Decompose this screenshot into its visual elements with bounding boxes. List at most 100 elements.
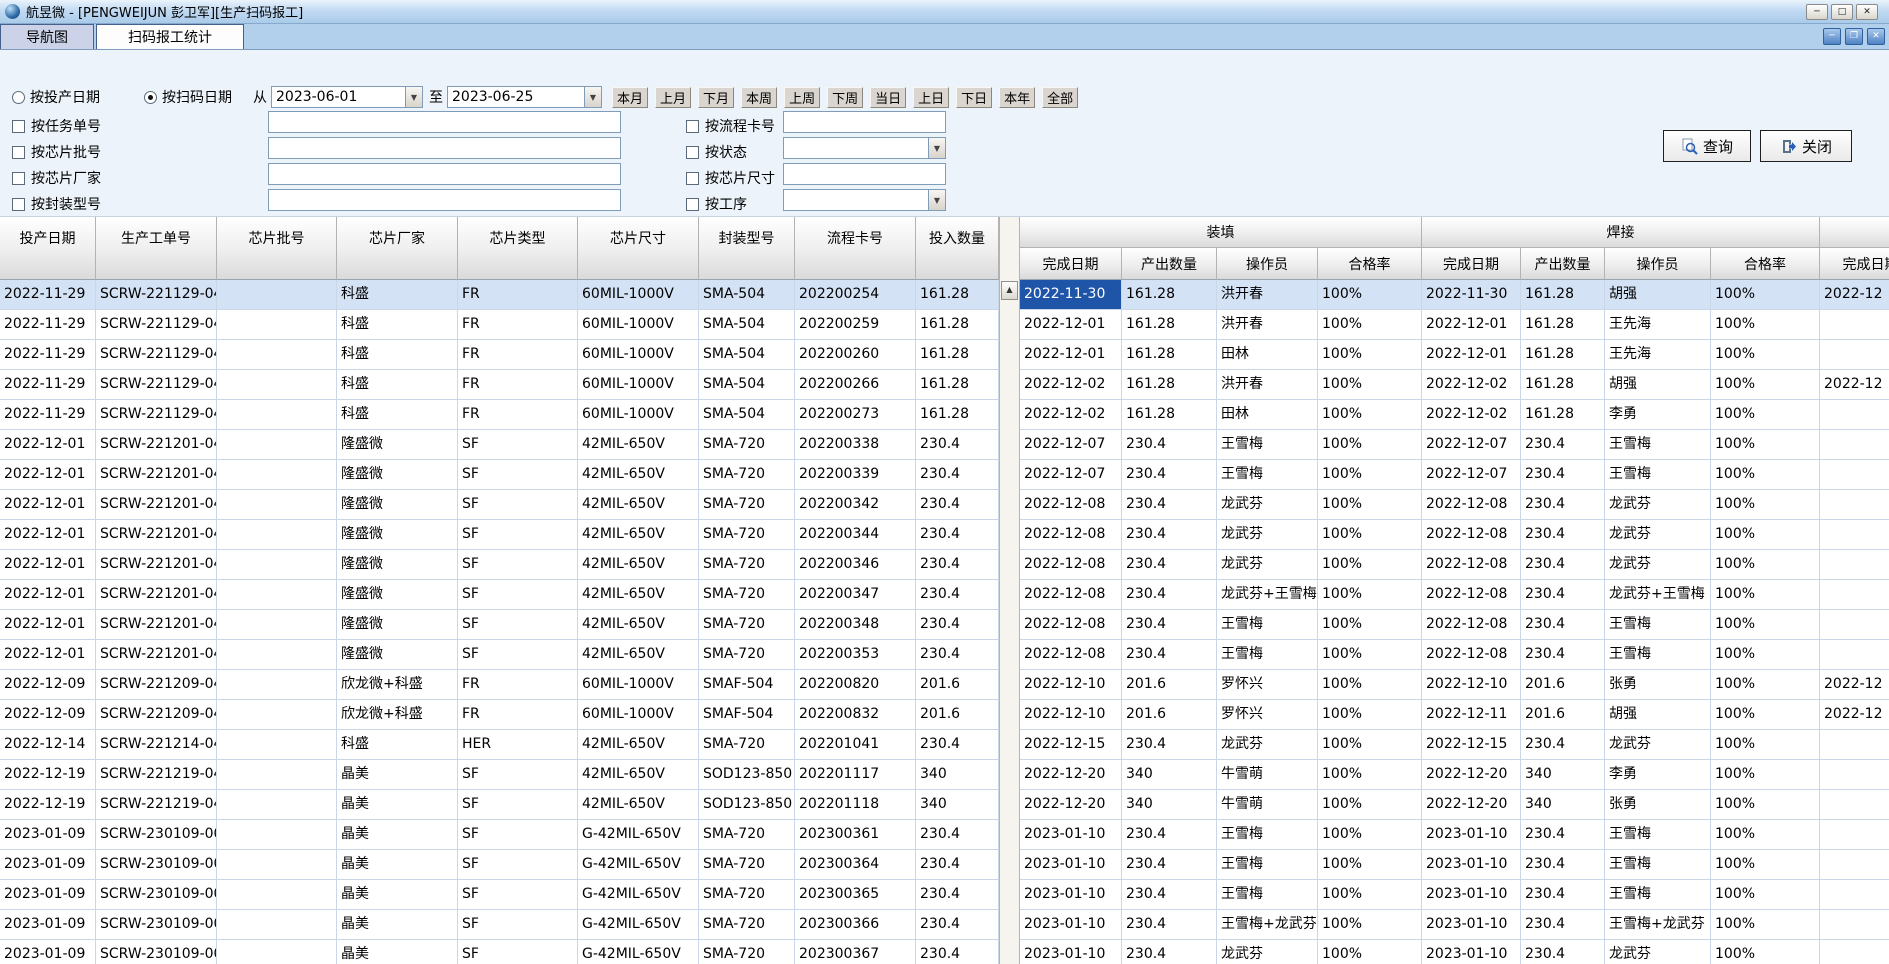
cell-weld-rate[interactable]: 100%	[1711, 910, 1820, 939]
cell-flow-card[interactable]: 202200339	[795, 460, 916, 489]
chevron-down-icon[interactable]	[928, 137, 946, 159]
cell-weld-operator[interactable]: 龙武芬+王雪梅	[1605, 580, 1711, 609]
cell-weld-qty[interactable]: 161.28	[1521, 340, 1605, 369]
cell-mount-qty[interactable]: 230.4	[1122, 580, 1217, 609]
cell-flow-card[interactable]: 202200260	[795, 340, 916, 369]
table-row[interactable]: 2022-11-29 SCRW-221129-04: 科盛 FR 60MIL-1…	[0, 370, 1889, 400]
cell-chip-vendor[interactable]: 科盛	[337, 340, 458, 369]
cell-chip-type[interactable]: FR	[458, 700, 578, 729]
chip-batch-checkbox[interactable]	[12, 146, 25, 159]
cell-chip-vendor[interactable]: 晶美	[337, 760, 458, 789]
cell-weld-operator[interactable]: 王雪梅	[1605, 610, 1711, 639]
cell-next-date[interactable]	[1820, 430, 1889, 459]
cell-weld-operator[interactable]: 王雪梅	[1605, 820, 1711, 849]
cell-input-qty[interactable]: 230.4	[916, 580, 999, 609]
cell-mount-qty[interactable]: 230.4	[1122, 460, 1217, 489]
cell-mount-operator[interactable]: 牛雪萌	[1217, 790, 1318, 819]
cell-mount-date[interactable]: 2023-01-10	[1020, 880, 1122, 909]
by-cast-date-radio[interactable]	[12, 91, 25, 104]
cell-mount-qty[interactable]: 201.6	[1122, 670, 1217, 699]
cell-next-date[interactable]	[1820, 520, 1889, 549]
cell-work-order[interactable]: SCRW-221219-048	[96, 790, 217, 819]
cell-flow-card[interactable]: 202201041	[795, 730, 916, 759]
status-checkbox[interactable]	[686, 146, 699, 159]
cell-weld-operator[interactable]: 胡强	[1605, 280, 1711, 309]
cell-package[interactable]: SMA-720	[699, 610, 795, 639]
cell-input-qty[interactable]: 161.28	[916, 340, 999, 369]
cell-chip-batch[interactable]	[217, 670, 337, 699]
cell-weld-rate[interactable]: 100%	[1711, 490, 1820, 519]
column-header-weld-output-qty[interactable]: 产出数量	[1521, 248, 1605, 280]
cell-flow-card[interactable]: 202200342	[795, 490, 916, 519]
cell-work-order[interactable]: SCRW-221201-04:	[96, 550, 217, 579]
cell-chip-size[interactable]: 42MIL-650V	[578, 460, 699, 489]
cell-flow-card[interactable]: 202200346	[795, 550, 916, 579]
cell-chip-size[interactable]: 42MIL-650V	[578, 610, 699, 639]
cell-cast-date[interactable]: 2022-12-01	[0, 550, 96, 579]
cell-chip-batch[interactable]	[217, 910, 337, 939]
column-header-chip-type[interactable]: 芯片类型	[458, 217, 578, 280]
chip-vendor-checkbox[interactable]	[12, 172, 25, 185]
cell-weld-operator[interactable]: 李勇	[1605, 760, 1711, 789]
cell-mount-qty[interactable]: 230.4	[1122, 430, 1217, 459]
close-form-button[interactable]: 关闭	[1760, 130, 1852, 162]
cell-input-qty[interactable]: 230.4	[916, 490, 999, 519]
cell-weld-rate[interactable]: 100%	[1711, 520, 1820, 549]
cell-mount-qty[interactable]: 161.28	[1122, 340, 1217, 369]
cell-weld-qty[interactable]: 161.28	[1521, 310, 1605, 339]
table-row[interactable]: 2022-12-01 SCRW-221201-04: 隆盛微 SF 42MIL-…	[0, 460, 1889, 490]
column-header-chip-vendor[interactable]: 芯片厂家	[337, 217, 458, 280]
cell-next-date[interactable]: 2022-12	[1820, 280, 1889, 309]
cell-mount-qty[interactable]: 230.4	[1122, 730, 1217, 759]
cell-weld-operator[interactable]: 龙武芬	[1605, 940, 1711, 964]
task-no-checkbox[interactable]	[12, 120, 25, 133]
cell-chip-batch[interactable]	[217, 640, 337, 669]
cell-mount-operator[interactable]: 龙武芬	[1217, 940, 1318, 964]
cell-input-qty[interactable]: 161.28	[916, 370, 999, 399]
cell-chip-type[interactable]: SF	[458, 460, 578, 489]
flow-card-input[interactable]	[783, 111, 946, 133]
cell-cast-date[interactable]: 2022-11-29	[0, 370, 96, 399]
cell-weld-qty[interactable]: 230.4	[1521, 460, 1605, 489]
cell-input-qty[interactable]: 230.4	[916, 550, 999, 579]
task-no-input[interactable]	[268, 111, 621, 133]
cell-chip-type[interactable]: SF	[458, 640, 578, 669]
cell-mount-date[interactable]: 2022-12-01	[1020, 340, 1122, 369]
cell-input-qty[interactable]: 161.28	[916, 400, 999, 429]
cell-input-qty[interactable]: 201.6	[916, 670, 999, 699]
cell-chip-size[interactable]: 60MIL-1000V	[578, 280, 699, 309]
cell-next-date[interactable]	[1820, 310, 1889, 339]
cell-weld-qty[interactable]: 230.4	[1521, 490, 1605, 519]
cell-input-qty[interactable]: 230.4	[916, 910, 999, 939]
cell-chip-type[interactable]: FR	[458, 310, 578, 339]
cell-flow-card[interactable]: 202300365	[795, 880, 916, 909]
table-row[interactable]: 2022-12-01 SCRW-221201-04: 隆盛微 SF 42MIL-…	[0, 430, 1889, 460]
column-header-package[interactable]: 封装型号	[699, 217, 795, 280]
cell-flow-card[interactable]: 202200273	[795, 400, 916, 429]
cell-mount-operator[interactable]: 龙武芬	[1217, 490, 1318, 519]
cell-chip-batch[interactable]	[217, 820, 337, 849]
cell-mount-rate[interactable]: 100%	[1318, 820, 1422, 849]
chip-size-input[interactable]	[783, 163, 946, 185]
cell-next-date[interactable]: 2022-12	[1820, 700, 1889, 729]
cell-weld-operator[interactable]: 龙武芬	[1605, 550, 1711, 579]
cell-weld-rate[interactable]: 100%	[1711, 640, 1820, 669]
table-row[interactable]: 2023-01-09 SCRW-230109-00: 晶美 SF G-42MIL…	[0, 850, 1889, 880]
cell-mount-rate[interactable]: 100%	[1318, 430, 1422, 459]
cell-mount-qty[interactable]: 230.4	[1122, 550, 1217, 579]
cell-mount-rate[interactable]: 100%	[1318, 580, 1422, 609]
cell-mount-qty[interactable]: 230.4	[1122, 850, 1217, 879]
cell-weld-rate[interactable]: 100%	[1711, 880, 1820, 909]
cell-next-date[interactable]: 2022-12	[1820, 370, 1889, 399]
cell-chip-vendor[interactable]: 科盛	[337, 400, 458, 429]
column-header-input-qty[interactable]: 投入数量	[916, 217, 999, 280]
table-row[interactable]: 2022-12-09 SCRW-221209-046 欣龙微+科盛 FR 60M…	[0, 700, 1889, 730]
cell-weld-operator[interactable]: 胡强	[1605, 700, 1711, 729]
cell-flow-card[interactable]: 202200353	[795, 640, 916, 669]
cell-next-date[interactable]	[1820, 760, 1889, 789]
cell-cast-date[interactable]: 2022-12-01	[0, 520, 96, 549]
cell-mount-operator[interactable]: 龙武芬	[1217, 550, 1318, 579]
cell-package[interactable]: SMA-720	[699, 640, 795, 669]
cell-chip-batch[interactable]	[217, 490, 337, 519]
cell-next-date[interactable]	[1820, 340, 1889, 369]
